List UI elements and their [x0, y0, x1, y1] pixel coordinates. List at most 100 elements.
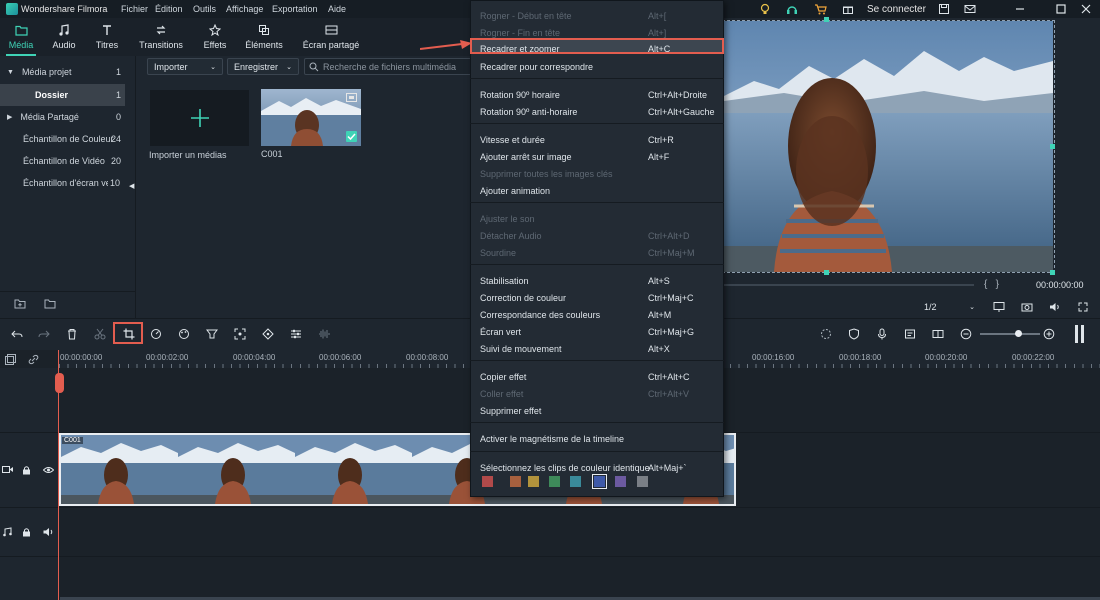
context-menu-item[interactable]: Ajouter animation — [470, 182, 724, 199]
zoom-out-icon[interactable] — [960, 328, 972, 340]
tab-media[interactable]: Média — [4, 18, 38, 56]
context-menu-item[interactable]: Stabilisation Alt+S — [470, 272, 724, 289]
import-media-tile[interactable] — [150, 90, 249, 146]
monitor-icon[interactable] — [993, 301, 1005, 313]
context-menu-item[interactable]: Activer le magnétisme de la timeline — [470, 430, 724, 447]
undo-icon[interactable] — [11, 328, 23, 340]
volume-icon[interactable] — [1049, 301, 1061, 313]
resize-handle[interactable] — [824, 17, 829, 22]
color-swatch[interactable] — [637, 476, 648, 487]
tab-effects[interactable]: Effets — [200, 18, 230, 56]
mail-icon[interactable] — [964, 3, 976, 15]
new-folder-icon[interactable] — [14, 298, 26, 309]
tab-split-screen[interactable]: Écran partagé — [302, 18, 360, 56]
delete-icon[interactable] — [66, 328, 78, 340]
tab-titles[interactable]: Titres — [92, 18, 122, 56]
save-dropdown[interactable]: Enregistrer ⌄ — [227, 58, 299, 75]
gift-icon[interactable] — [842, 3, 854, 15]
color-swatch[interactable] — [549, 476, 560, 487]
sidebar-item-video-samples[interactable]: Échantillon de Vidéo 20 — [0, 150, 136, 172]
add-track-icon[interactable] — [5, 354, 16, 365]
tab-elements[interactable]: Éléments — [244, 18, 284, 56]
scene-detect-icon[interactable] — [932, 328, 944, 340]
zoom-in-icon[interactable] — [1043, 328, 1055, 340]
resize-handle[interactable] — [1050, 144, 1055, 149]
menu-edition[interactable]: Édition — [155, 4, 183, 14]
context-menu-item[interactable]: Ajouter arrêt sur image Alt+F — [470, 148, 724, 165]
menu-aide[interactable]: Aide — [328, 4, 346, 14]
collapse-panel-icon[interactable]: ◀ — [129, 182, 134, 190]
context-menu-item[interactable]: Recadrer pour correspondre — [470, 58, 724, 75]
close-icon[interactable] — [1080, 3, 1092, 15]
zoom-dropdown[interactable]: 1/2 ⌄ — [920, 299, 975, 315]
preview-scrubber[interactable] — [724, 284, 974, 286]
sidebar-item-folder[interactable]: Dossier 1 — [0, 84, 125, 106]
context-menu-item[interactable]: Vitesse et durée Ctrl+R — [470, 131, 724, 148]
green-screen-icon[interactable] — [206, 328, 218, 340]
audio-waveform-icon[interactable] — [318, 328, 330, 340]
zoom-slider-thumb[interactable] — [1015, 330, 1022, 337]
search-input[interactable]: Recherche de fichiers multimédia — [304, 58, 474, 75]
eye-icon[interactable] — [43, 466, 54, 474]
playhead-handle[interactable] — [55, 373, 64, 393]
tab-transitions[interactable]: Transitions — [138, 18, 184, 56]
menu-affichage[interactable]: Affichage — [226, 4, 263, 14]
context-menu-item[interactable]: Supprimer effet — [470, 402, 724, 419]
save-icon[interactable] — [938, 3, 950, 15]
color-palette-icon[interactable] — [178, 328, 190, 340]
speaker-icon[interactable] — [43, 527, 54, 537]
panel-handle[interactable] — [1081, 325, 1084, 343]
microphone-icon[interactable] — [876, 328, 888, 340]
voiceover-icon[interactable] — [904, 328, 916, 340]
lock-icon[interactable] — [22, 527, 31, 537]
menu-fichier[interactable]: Fichier — [121, 4, 148, 14]
fullscreen-icon[interactable] — [1077, 301, 1089, 313]
lightbulb-icon[interactable] — [759, 3, 771, 15]
menu-outils[interactable]: Outils — [193, 4, 216, 14]
render-icon[interactable] — [820, 328, 832, 340]
color-swatch[interactable] — [528, 476, 539, 487]
folder-icon[interactable] — [44, 298, 56, 309]
context-menu-item[interactable]: Copier effet Ctrl+Alt+C — [470, 368, 724, 385]
color-swatch[interactable] — [510, 476, 521, 487]
context-menu-item[interactable]: Correspondance des couleurs Alt+M — [470, 306, 724, 323]
color-swatch[interactable] — [615, 476, 626, 487]
sidebar-item-green-screen-samples[interactable]: Échantillon d'écran ve 10 — [0, 172, 122, 194]
link-icon[interactable] — [28, 354, 39, 365]
resize-handle[interactable] — [824, 270, 829, 275]
context-menu-item[interactable]: Correction de couleur Ctrl+Maj+C — [470, 289, 724, 306]
motion-tracking-icon[interactable] — [234, 328, 246, 340]
context-menu-item[interactable]: Rotation 90º horaire Ctrl+Alt+Droite — [470, 86, 724, 103]
menu-exportation[interactable]: Exportation — [272, 4, 318, 14]
import-dropdown[interactable]: Importer ⌄ — [147, 58, 223, 75]
resize-handle[interactable] — [1050, 270, 1055, 275]
tab-audio[interactable]: Audio — [48, 18, 80, 56]
cart-icon[interactable] — [814, 3, 827, 15]
color-swatch[interactable] — [592, 474, 607, 489]
snapshot-camera-icon[interactable] — [1021, 301, 1033, 313]
context-menu-item[interactable]: Sélectionnez les clips de couleur identi… — [470, 459, 724, 476]
color-swatch[interactable] — [570, 476, 581, 487]
context-menu-item[interactable]: Rotation 90º anti-horaire Ctrl+Alt+Gauche — [470, 103, 724, 120]
context-menu-item[interactable]: Écran vert Ctrl+Maj+G — [470, 323, 724, 340]
color-swatch[interactable] — [482, 476, 493, 487]
zoom-slider-track[interactable] — [980, 333, 1040, 335]
context-menu-item[interactable]: Suivi de mouvement Alt+X — [470, 340, 724, 357]
cut-icon[interactable] — [94, 328, 106, 340]
context-menu-item[interactable]: Recadrer et zoomer Alt+C — [470, 38, 724, 57]
minimize-icon[interactable] — [1014, 3, 1026, 15]
sidebar-item-project-media[interactable]: ▼ Média projet 1 — [0, 61, 136, 83]
shield-icon[interactable] — [848, 328, 860, 340]
redo-icon[interactable] — [38, 328, 50, 340]
sidebar-item-color-samples[interactable]: Échantillon de Couleur 24 — [0, 128, 136, 150]
support-headset-icon[interactable] — [786, 3, 798, 15]
sidebar-item-shared-media[interactable]: ▶ Média Partagé 0 — [0, 106, 136, 128]
speed-icon[interactable] — [150, 328, 162, 340]
crop-tool-button[interactable] — [113, 322, 143, 344]
lock-icon[interactable] — [22, 465, 31, 475]
panel-handle[interactable] — [1075, 325, 1078, 343]
mark-in-out[interactable]: { } — [984, 279, 999, 290]
keyframe-icon[interactable] — [262, 328, 274, 340]
adjust-sliders-icon[interactable] — [290, 328, 302, 340]
maximize-icon[interactable] — [1055, 3, 1067, 15]
